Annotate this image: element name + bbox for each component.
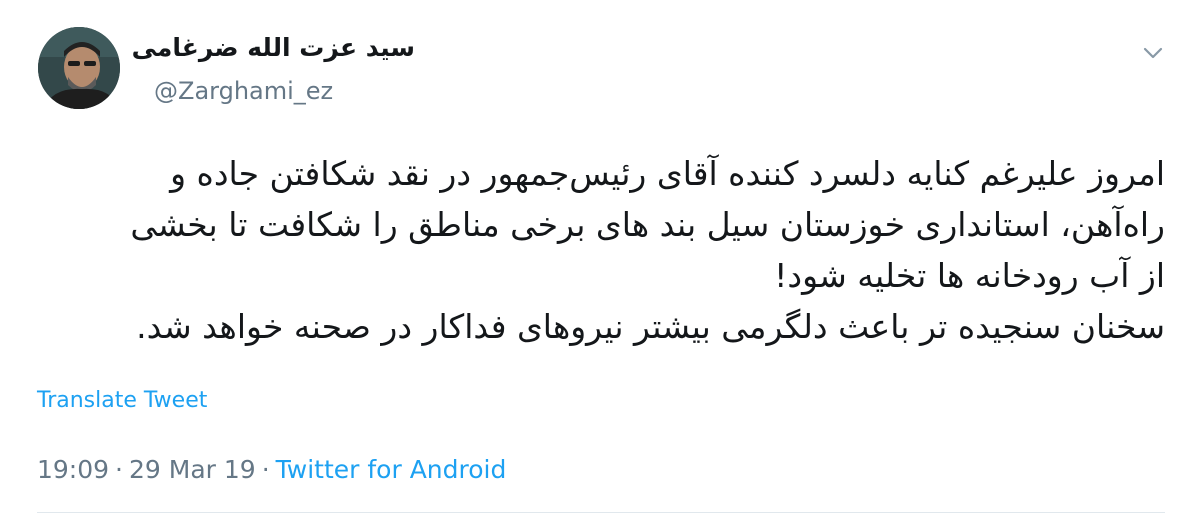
tweet-date[interactable]: 29 Mar 19 xyxy=(129,455,256,484)
avatar[interactable] xyxy=(38,27,120,109)
tweet-time[interactable]: 19:09 xyxy=(37,455,109,484)
tweet-card: سید عزت الله ضرغامی @Zarghami_ez امروز ع… xyxy=(0,0,1191,514)
user-avatar-photo-icon xyxy=(38,27,120,109)
translate-tweet-link[interactable]: Translate Tweet xyxy=(37,388,207,413)
display-name[interactable]: سید عزت الله ضرغامی xyxy=(132,33,415,62)
chevron-down-icon xyxy=(1143,47,1163,59)
tweet-source-link[interactable]: Twitter for Android xyxy=(276,455,507,484)
tweet-menu-button[interactable] xyxy=(1138,40,1168,66)
meta-separator: · xyxy=(115,455,123,484)
tweet-metadata: 19:09 · 29 Mar 19 · Twitter for Android xyxy=(37,455,506,484)
meta-separator: · xyxy=(261,455,270,484)
user-handle[interactable]: @Zarghami_ez xyxy=(154,77,333,105)
divider xyxy=(37,512,1165,513)
tweet-text: امروز علیرغم کنایه دلسرد کننده آقای رئیس… xyxy=(130,154,1165,346)
